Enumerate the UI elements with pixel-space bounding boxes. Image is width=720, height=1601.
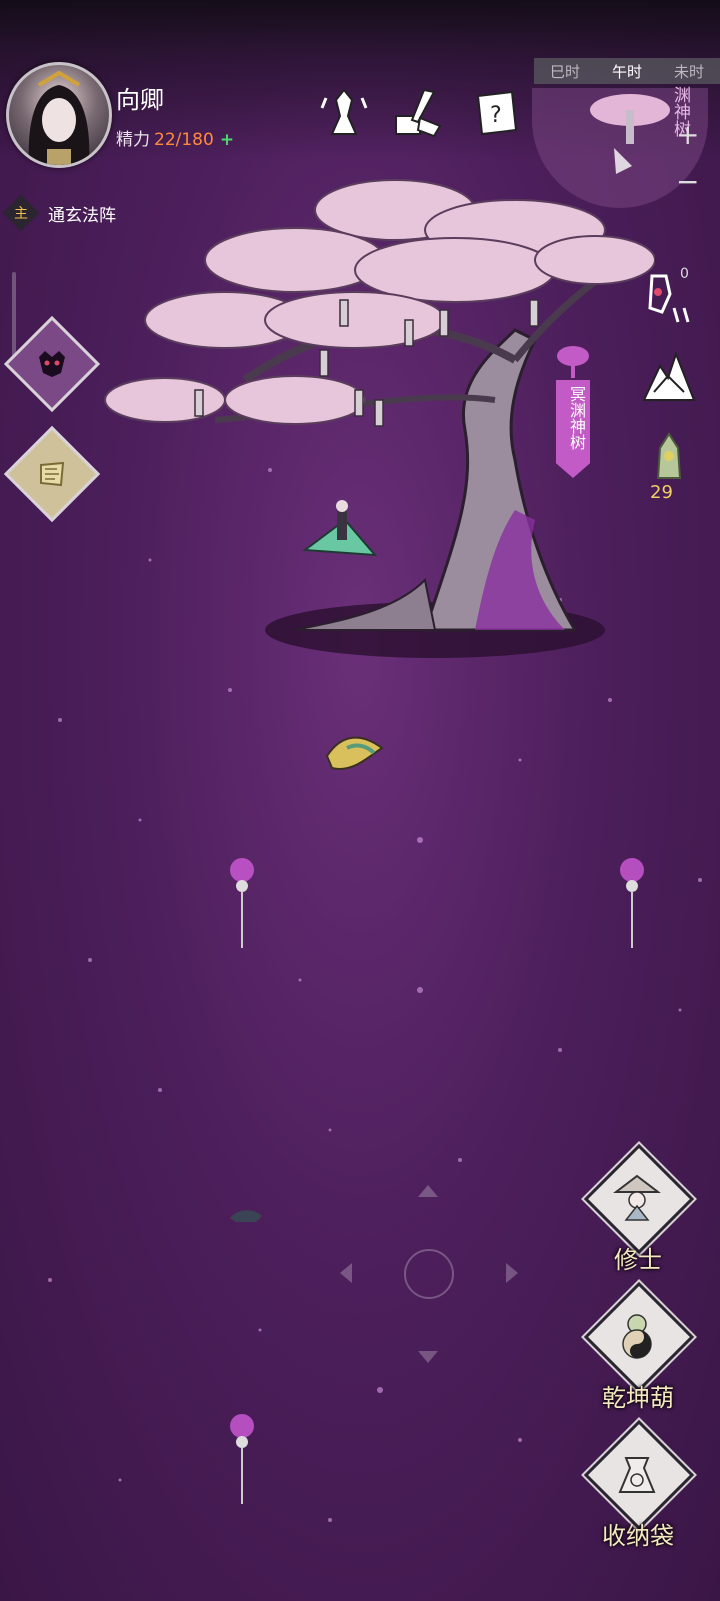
- small-creature[interactable]: [228, 1206, 264, 1224]
- energy-label: 精力: [116, 130, 150, 150]
- lantern-tool-icon[interactable]: [640, 268, 698, 326]
- tree-name-banner[interactable]: 冥渊神树: [556, 344, 590, 478]
- cultivation-icon[interactable]: [318, 86, 370, 138]
- straw-hat-cultivator-icon: [613, 1174, 661, 1221]
- energy-value: 22/180: [154, 130, 214, 150]
- storage-bag-label: 收纳袋: [602, 1522, 674, 1550]
- time-si: 巳时: [549, 62, 580, 81]
- cultivator-label: 修士: [614, 1246, 662, 1274]
- time-wu: 午时: [611, 62, 642, 81]
- svg-text:?: ?: [490, 103, 502, 128]
- scroll-brush-icon[interactable]: [390, 86, 442, 138]
- time-wei: 未时: [673, 62, 704, 81]
- demon-mask-icon: [39, 351, 65, 377]
- gourd-label: 乾坤葫: [602, 1384, 674, 1412]
- zoom-in-button[interactable]: +: [676, 118, 699, 151]
- right-arrow-icon[interactable]: [506, 1263, 518, 1283]
- up-arrow-icon[interactable]: [418, 1185, 438, 1197]
- time-of-day-bar: 巳时 午时 未时: [534, 58, 720, 84]
- tree-name: 冥渊神树: [567, 386, 586, 450]
- mountain-tool-icon[interactable]: [640, 346, 698, 404]
- joystick-center[interactable]: [404, 1249, 454, 1299]
- lantern-count: 0: [680, 266, 689, 282]
- main-quest-tracker[interactable]: 主 通玄法阵: [2, 194, 116, 232]
- mystery-scroll-icon[interactable]: ?: [468, 86, 520, 138]
- portrait-icon: [28, 70, 90, 165]
- zoom-out-button[interactable]: −: [676, 165, 699, 198]
- player-name: 向卿: [116, 86, 164, 114]
- down-arrow-icon[interactable]: [418, 1351, 438, 1363]
- scroll-map-icon: [40, 461, 65, 487]
- energy-add-button[interactable]: +: [220, 130, 234, 150]
- player-character[interactable]: [322, 728, 388, 780]
- main-quest-tag: 主: [2, 194, 40, 232]
- player-avatar[interactable]: [6, 62, 112, 168]
- gourd-icon: [622, 1314, 652, 1359]
- energy-display: 精力 22/180 +: [116, 125, 234, 150]
- relic-item-icon[interactable]: [640, 428, 698, 486]
- relic-item-count: 29: [650, 482, 673, 503]
- storage-bag-icon: [618, 1457, 656, 1493]
- cultivator-button[interactable]: 修士: [583, 1143, 695, 1282]
- left-arrow-icon[interactable]: [340, 1263, 352, 1283]
- storage-bag-button[interactable]: 收纳袋: [583, 1419, 695, 1558]
- gourd-button[interactable]: 乾坤葫: [583, 1281, 695, 1420]
- lamp-post[interactable]: [222, 856, 262, 956]
- virtual-joystick[interactable]: [340, 1185, 520, 1365]
- quest-title: 通玄法阵: [48, 205, 116, 226]
- tree-marker-icon: [557, 346, 589, 378]
- lamp-post[interactable]: [222, 1412, 262, 1512]
- lamp-post[interactable]: [612, 856, 652, 956]
